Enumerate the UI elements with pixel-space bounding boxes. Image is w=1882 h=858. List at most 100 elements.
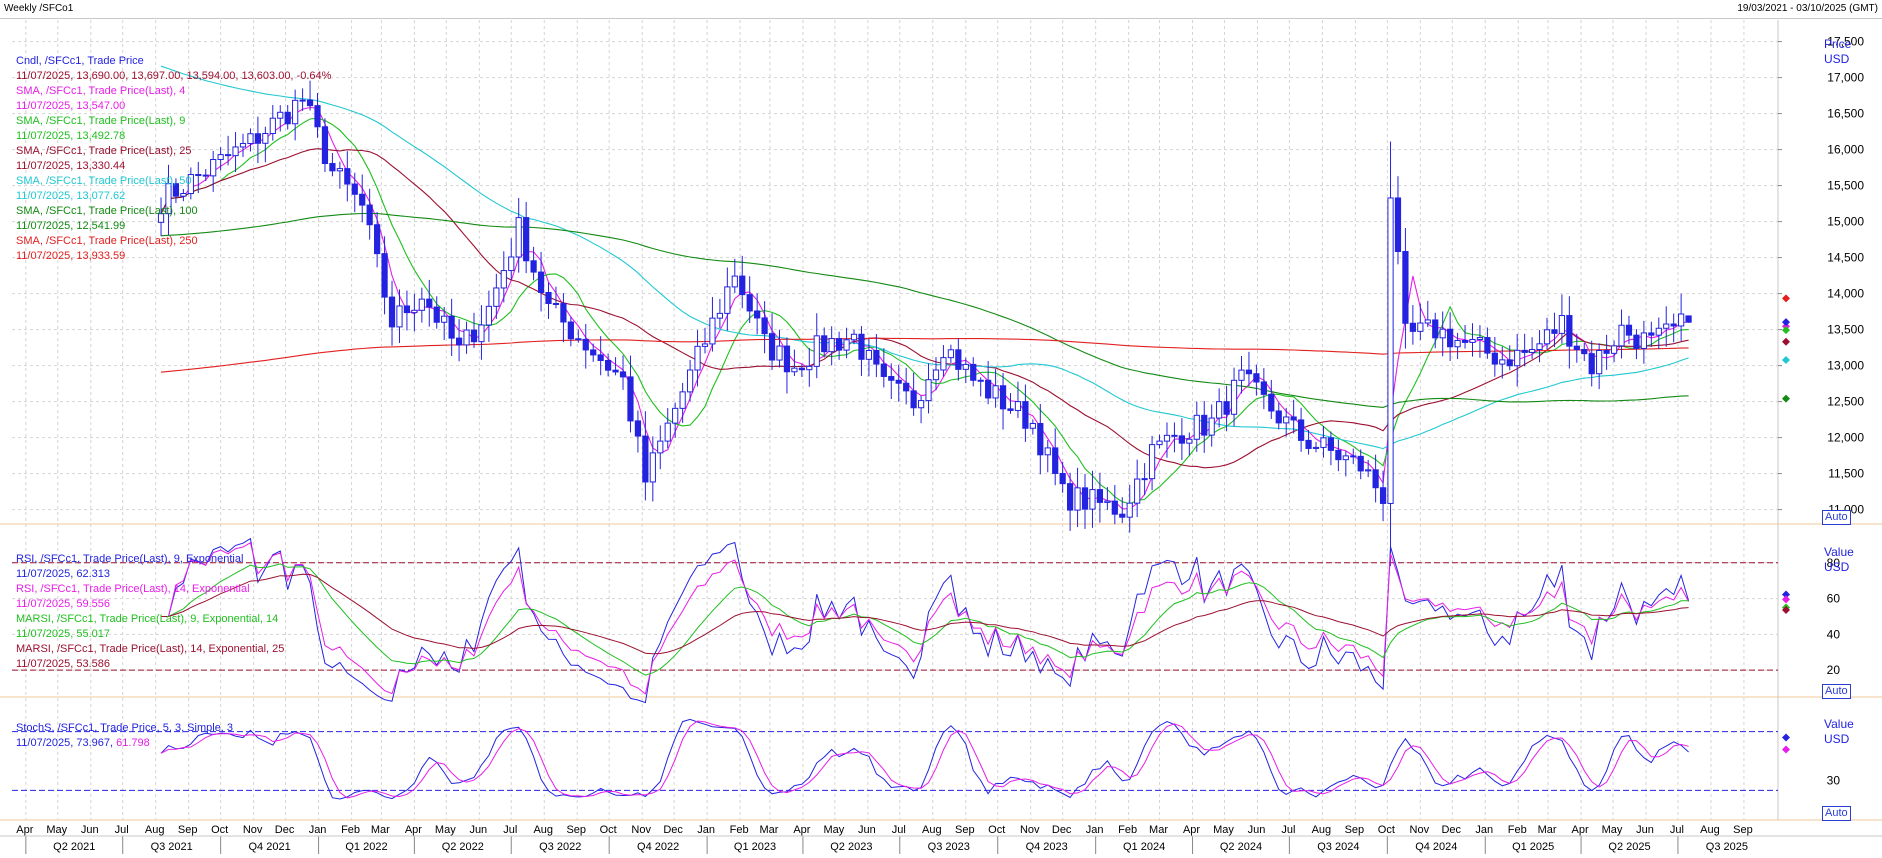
- quarter-tick-label: Q2 2025: [1608, 841, 1650, 853]
- quarter-tick-label: Q2 2022: [442, 841, 484, 853]
- rsi-tick-label: 40: [1827, 627, 1841, 641]
- candle-body: [582, 338, 589, 351]
- month-tick-label: Jul: [115, 824, 129, 836]
- price-legend-label[interactable]: SMA, /SFCc1, Trade Price(Last), 100: [16, 204, 331, 219]
- month-tick-label: May: [1213, 824, 1234, 836]
- candle-body: [1148, 444, 1156, 480]
- month-tick-label: Jul: [1281, 824, 1295, 836]
- candle-body: [1193, 414, 1200, 440]
- candle-body: [1365, 469, 1372, 472]
- month-tick-label: Apr: [1572, 824, 1589, 836]
- quarter-tick-label: Q3 2023: [928, 841, 970, 853]
- rsi-legend-label[interactable]: MARSI, /SFCc1, Trade Price(Last), 14, Ex…: [16, 642, 284, 657]
- candle-body: [865, 349, 873, 360]
- stoch-auto-button[interactable]: Auto: [1822, 806, 1851, 821]
- candle-body: [895, 379, 902, 384]
- candle-body: [1409, 322, 1416, 332]
- price-legend-label[interactable]: SMA, /SFCc1, Trade Price(Last), 9: [16, 114, 331, 129]
- month-tick-label: Sep: [178, 824, 198, 836]
- month-tick-label: Jun: [858, 824, 876, 836]
- price-legend-label[interactable]: Cndl, /SFCc1, Trade Price: [16, 54, 331, 69]
- month-tick-label: Dec: [275, 824, 295, 836]
- candle-body: [1678, 313, 1685, 327]
- candle-body: [545, 291, 552, 305]
- candle-body: [686, 369, 694, 393]
- candle-body: [1499, 359, 1506, 365]
- month-tick-label: Aug: [1312, 824, 1332, 836]
- candle-body: [1201, 414, 1208, 436]
- candle-body: [1029, 422, 1036, 429]
- candle-body: [1186, 438, 1193, 444]
- rsi-legend-label[interactable]: RSI, /SFCc1, Trade Price(Last), 14, Expo…: [16, 582, 284, 597]
- last-value-marker: [1782, 318, 1790, 327]
- candle-body: [1208, 417, 1215, 436]
- price-tick-label: 12,500: [1827, 395, 1864, 409]
- candle-body: [1610, 345, 1618, 354]
- month-tick-label: Feb: [1118, 824, 1137, 836]
- price-tick-label: 13,000: [1827, 359, 1864, 373]
- candle-body: [1566, 315, 1573, 347]
- candle-body: [1432, 319, 1439, 339]
- candle-body: [1454, 339, 1461, 348]
- quarter-tick-label: Q1 2023: [734, 841, 776, 853]
- candle-body: [962, 363, 969, 370]
- price-axis-title: Price: [1824, 37, 1852, 51]
- candle-body: [925, 379, 932, 402]
- rsi-legend: RSI, /SFCc1, Trade Price(Last), 9, Expon…: [16, 552, 284, 672]
- candle-body: [679, 391, 686, 409]
- candle-body: [1163, 434, 1171, 442]
- rsi-14-line: [161, 542, 1690, 695]
- candle-body: [515, 217, 522, 258]
- candle-body: [873, 349, 880, 365]
- price-tick-label: 16,000: [1827, 143, 1864, 157]
- stoch-legend-label[interactable]: StochS, /SFCc1, Trade Price, 5, 3, Simpl…: [16, 721, 233, 736]
- price-legend-label[interactable]: SMA, /SFCc1, Trade Price(Last), 250: [16, 234, 331, 249]
- marsi-9-line: [161, 563, 1689, 676]
- candle-body: [1260, 381, 1267, 395]
- candle-body: [1119, 513, 1126, 518]
- price-legend-values: 11/07/2025, 13,077.62: [16, 190, 126, 202]
- rsi-legend-label[interactable]: RSI, /SFCc1, Trade Price(Last), 9, Expon…: [16, 552, 284, 567]
- candle-body: [1022, 401, 1029, 429]
- rsi-legend-label[interactable]: MARSI, /SFCc1, Trade Price(Last), 9, Exp…: [16, 612, 284, 627]
- stoch-axis-unit: USD: [1824, 732, 1850, 746]
- price-auto-button[interactable]: Auto: [1822, 510, 1851, 525]
- price-legend-values: 11/07/2025, 13,547.00: [16, 100, 126, 112]
- quarter-tick-label: Q3 2024: [1317, 841, 1359, 853]
- price-legend-label[interactable]: SMA, /SFCc1, Trade Price(Last), 4: [16, 84, 331, 99]
- month-tick-label: Jul: [892, 824, 906, 836]
- candle-body: [1536, 343, 1543, 351]
- quarter-tick-label: Q1 2025: [1512, 841, 1554, 853]
- candle-body: [359, 193, 366, 206]
- candle-body: [1223, 401, 1230, 415]
- candle-body: [1551, 329, 1558, 334]
- candle-body: [761, 317, 768, 335]
- price-legend-label[interactable]: SMA, /SFCc1, Trade Price(Last), 50: [16, 174, 331, 189]
- price-legend-values: 11/07/2025, 13,492.78: [16, 130, 126, 142]
- candle-body: [1096, 489, 1104, 503]
- candle-body: [508, 256, 515, 272]
- price-legend-label[interactable]: SMA, /SFCc1, Trade Price(Last), 25: [16, 144, 331, 159]
- candle-body: [552, 303, 560, 306]
- last-value-marker: [1782, 394, 1790, 403]
- candle-body: [1305, 439, 1312, 449]
- month-tick-label: Sep: [955, 824, 975, 836]
- rsi-auto-button[interactable]: Auto: [1822, 684, 1851, 699]
- candle-body: [642, 435, 649, 483]
- candle-body: [1447, 328, 1454, 348]
- month-tick-label: Mar: [371, 824, 390, 836]
- candle-body: [1283, 416, 1290, 424]
- month-tick-label: Jun: [81, 824, 99, 836]
- candle-body: [701, 343, 709, 347]
- price-tick-label: 11,500: [1828, 467, 1864, 481]
- candle-body: [627, 376, 634, 422]
- candle-body: [1067, 483, 1074, 511]
- stoch-legend: StochS, /SFCc1, Trade Price, 5, 3, Simpl…: [16, 721, 233, 751]
- rsi-last-marker: [1782, 595, 1790, 604]
- candle-body: [716, 312, 723, 319]
- candle-body: [1655, 327, 1662, 336]
- month-tick-label: Dec: [663, 824, 683, 836]
- candle-body: [768, 333, 776, 361]
- stoch-legend-value-part: 73.967: [76, 737, 111, 749]
- candle-body: [932, 369, 940, 381]
